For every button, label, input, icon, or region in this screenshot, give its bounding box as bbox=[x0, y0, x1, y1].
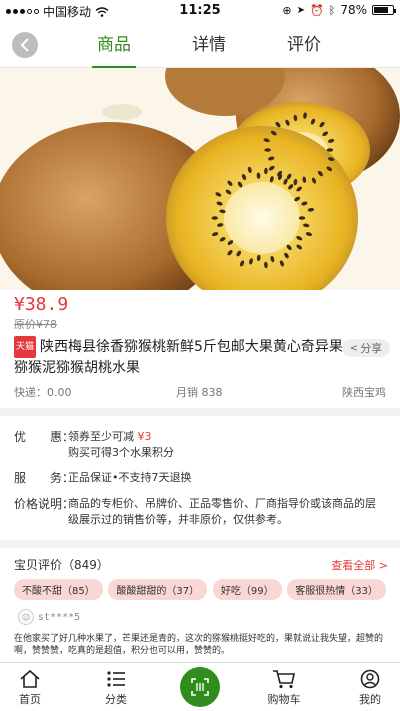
user-icon bbox=[360, 669, 380, 689]
tab-details[interactable]: 详情 bbox=[173, 22, 245, 68]
kiwi-seed bbox=[264, 148, 271, 152]
promo-points: 购买可得3个水果积分 bbox=[68, 446, 174, 459]
product-image[interactable] bbox=[0, 68, 400, 290]
tab-reviews[interactable]: 评价 bbox=[268, 22, 340, 68]
service-value: 正品保证•不支持7天退换 bbox=[68, 471, 192, 484]
service-row: 服 务： 正品保证•不支持7天退换 bbox=[14, 470, 386, 488]
promo-label: 优 惠： bbox=[14, 430, 75, 444]
alarm-icon: ⏰ bbox=[310, 3, 324, 17]
home-icon bbox=[20, 669, 40, 688]
share-icon: < bbox=[349, 342, 359, 354]
avatar: ☺ bbox=[18, 609, 34, 625]
ship-location: 陕西宝鸡 bbox=[342, 386, 386, 399]
category-label: 分类 bbox=[105, 693, 127, 706]
review-text: 在他家买了好几种水果了，芒果还是青的，这次的猕猴桃挺好吃的，果就说让我失望，超赞… bbox=[14, 634, 384, 656]
kiwi-seed bbox=[326, 148, 334, 152]
review-tag[interactable]: 好吃（99） bbox=[212, 579, 282, 600]
bottom-tab-bar: 首页 分类 购物车 我的 bbox=[0, 662, 400, 711]
original-price: 原价¥78 bbox=[14, 318, 57, 331]
share-label: 分享 bbox=[360, 342, 383, 355]
review-tags: 不酸不甜（85） 酸酸甜甜的（37） 好吃（99） 客服很热情（33） bbox=[14, 579, 386, 600]
battery-icon bbox=[372, 5, 396, 15]
kiwi-seed bbox=[211, 216, 219, 220]
review-tag[interactable]: 酸酸甜甜的（37） bbox=[108, 579, 208, 600]
promo-text: 领券至少可减 bbox=[68, 430, 134, 443]
promo-row[interactable]: 优 惠： 领券至少可减 ¥3 购买可得3个水果积分 bbox=[14, 429, 386, 463]
rotation-lock-icon: ⊕ bbox=[282, 3, 292, 17]
review-tag[interactable]: 不酸不甜（85） bbox=[14, 579, 103, 600]
section-divider bbox=[0, 408, 400, 416]
service-label: 服 务： bbox=[14, 471, 75, 485]
kiwi-photo bbox=[0, 68, 400, 290]
price-note-label: 价格说明： bbox=[14, 497, 75, 511]
section-divider bbox=[0, 540, 400, 548]
status-right: ⊕ ➤ ⏰ ᛒ 78% bbox=[282, 3, 396, 17]
reviewer: ☺ st****5 bbox=[18, 609, 80, 625]
product-price: ¥38.9 bbox=[14, 294, 69, 315]
view-all-reviews-link[interactable]: 查看全部 > bbox=[331, 557, 388, 573]
tab-product[interactable]: 商品 bbox=[78, 22, 150, 68]
cart-icon bbox=[273, 670, 295, 689]
mine-label: 我的 bbox=[359, 693, 381, 706]
scan-icon bbox=[191, 678, 209, 696]
scan-button[interactable] bbox=[180, 667, 220, 707]
kiwi-seed bbox=[298, 216, 306, 220]
battery-percent: 78% bbox=[340, 3, 367, 17]
price-note-row: 价格说明： 商品的专柜价、吊牌价、正品零售价、厂商指导价或该商品的层级展示过的销… bbox=[14, 496, 386, 530]
back-button[interactable] bbox=[12, 32, 38, 58]
reviews-header: 宝贝评价（849） bbox=[14, 558, 109, 572]
review-tag[interactable]: 客服很热情（33） bbox=[287, 579, 386, 600]
promo-amount: ¥3 bbox=[137, 430, 152, 443]
top-navigation: 商品 详情 评价 bbox=[0, 22, 400, 68]
share-button[interactable]: < 分享 bbox=[342, 339, 390, 357]
location-icon: ➤ bbox=[296, 4, 306, 16]
tab-bar: 商品 详情 评价 bbox=[78, 22, 340, 68]
promo-value: 领券至少可减 ¥3 购买可得3个水果积分 bbox=[68, 429, 386, 461]
tab-cart[interactable]: 购物车 bbox=[254, 663, 314, 711]
reviewer-name: st****5 bbox=[38, 611, 81, 623]
price-note-value: 商品的专柜价、吊牌价、正品零售价、厂商指导价或该商品的层级展示过的销售价等，并非… bbox=[68, 497, 376, 526]
status-bar: 中国移动 11:25 ⊕ ➤ ⏰ ᛒ 78% bbox=[0, 0, 400, 22]
monthly-sales: 月销 838 bbox=[176, 386, 223, 399]
product-title: 陕西梅县徐香猕猴桃新鲜5斤包邮大果黄心奇异果猕猴泥猕猴胡桃水果 bbox=[14, 339, 343, 376]
cart-label: 购物车 bbox=[267, 693, 301, 706]
tab-home[interactable]: 首页 bbox=[0, 663, 60, 711]
home-label: 首页 bbox=[19, 693, 41, 706]
bluetooth-icon: ᛒ bbox=[328, 3, 336, 17]
product-title-block: 天猫 陕西梅县徐香猕猴桃新鲜5斤包邮大果黄心奇异果猕猴泥猕猴胡桃水果 bbox=[14, 336, 344, 378]
tab-mine[interactable]: 我的 bbox=[340, 663, 400, 711]
tmall-badge: 天猫 bbox=[14, 336, 37, 358]
shipping-fee: 快递：0.00 bbox=[14, 386, 72, 399]
category-icon bbox=[107, 671, 125, 687]
chevron-left-icon bbox=[20, 38, 29, 52]
tab-category[interactable]: 分类 bbox=[86, 663, 146, 711]
